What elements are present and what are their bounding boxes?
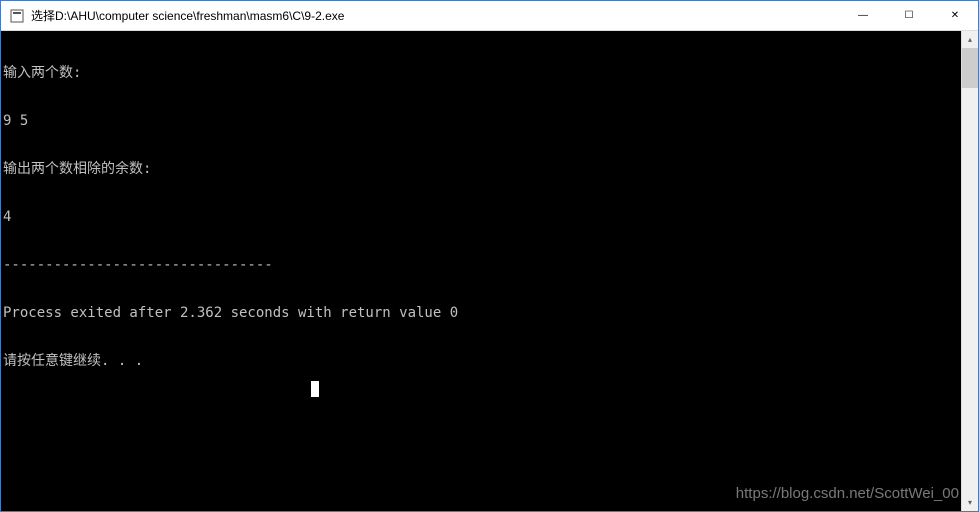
titlebar[interactable]: 选择D:\AHU\computer science\freshman\masm6… [1,1,978,31]
app-icon [9,8,25,24]
console-output[interactable]: 输入两个数: 9 5 输出两个数相除的余数: 4 ---------------… [1,31,961,511]
window-controls: — ☐ ✕ [840,1,978,30]
console-line: 请按任意键继续. . . [3,353,961,369]
scroll-up-button[interactable]: ▴ [962,31,978,48]
console-line: 9 5 [3,113,961,129]
text-cursor [311,381,319,397]
scroll-down-button[interactable]: ▾ [962,494,978,511]
console-line: Process exited after 2.362 seconds with … [3,305,961,321]
console-line: 输出两个数相除的余数: [3,161,961,177]
scroll-thumb[interactable] [962,48,978,88]
console-line: 4 [3,209,961,225]
console-line: -------------------------------- [3,257,961,273]
console-body: 输入两个数: 9 5 输出两个数相除的余数: 4 ---------------… [1,31,978,511]
console-line: 输入两个数: [3,65,961,81]
minimize-button[interactable]: — [840,1,886,30]
window-title: 选择D:\AHU\computer science\freshman\masm6… [31,7,840,24]
console-window: 选择D:\AHU\computer science\freshman\masm6… [0,0,979,512]
vertical-scrollbar[interactable]: ▴ ▾ [961,31,978,511]
maximize-button[interactable]: ☐ [886,1,932,30]
close-button[interactable]: ✕ [932,1,978,30]
